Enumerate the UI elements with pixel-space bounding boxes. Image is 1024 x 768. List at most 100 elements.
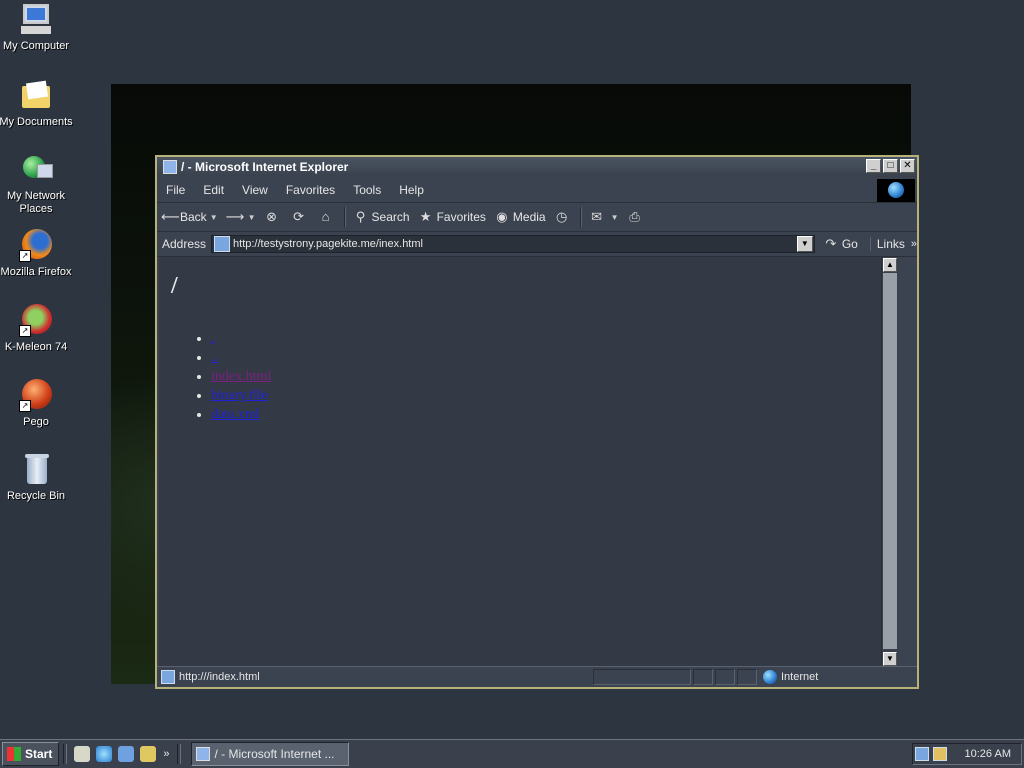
- start-button[interactable]: Start: [2, 742, 60, 766]
- taskbar-button-ie[interactable]: / - Microsoft Internet ...: [191, 742, 350, 766]
- search-label: Search: [371, 210, 410, 224]
- shortcut-arrow-icon: ↗: [19, 400, 31, 412]
- menu-help[interactable]: Help: [390, 183, 433, 197]
- go-arrow-icon: ↷: [825, 236, 837, 251]
- desktop-icon-k-meleon[interactable]: ↗ K-Meleon 74: [0, 303, 74, 354]
- refresh-icon: ⟳: [293, 209, 304, 224]
- maximize-button[interactable]: □: [883, 159, 898, 173]
- refresh-button[interactable]: ⟳: [287, 205, 314, 229]
- ie-page-icon: [161, 670, 175, 684]
- close-button[interactable]: ✕: [900, 159, 915, 173]
- start-label: Start: [25, 747, 53, 761]
- menu-bar: File Edit View Favorites Tools Help: [157, 178, 917, 203]
- mail-icon: ✉: [591, 209, 603, 224]
- stop-icon: ⊗: [266, 209, 277, 224]
- ie-quicklaunch-icon[interactable]: [96, 746, 113, 762]
- globe-icon: [888, 182, 904, 198]
- scroll-down-button[interactable]: ▼: [883, 652, 897, 666]
- go-button[interactable]: ↷ Go: [815, 236, 866, 252]
- desktop-icon-recycle-bin[interactable]: Recycle Bin: [0, 452, 74, 503]
- system-tray: 10:26 AM: [912, 743, 1022, 765]
- pego-icon: ↗: [19, 378, 53, 412]
- globe-icon: [763, 670, 777, 684]
- favorites-button[interactable]: ★ Favorites: [414, 205, 490, 229]
- address-label: Address: [162, 237, 207, 251]
- menu-edit[interactable]: Edit: [194, 183, 233, 197]
- forward-dropdown-icon[interactable]: ▼: [248, 213, 256, 222]
- menu-file[interactable]: File: [157, 183, 194, 197]
- favorites-label: Favorites: [436, 210, 486, 224]
- history-button[interactable]: ◷: [550, 205, 577, 229]
- mail-dropdown-icon[interactable]: ▼: [611, 213, 619, 222]
- favorites-icon: ★: [419, 209, 432, 224]
- address-input[interactable]: [233, 238, 797, 250]
- k-meleon-icon: ↗: [19, 303, 53, 337]
- toolbar: ⟵ Back ▼ ⟶ ▼ ⊗ ⟳ ⌂ ⚲ Search ★ Favorites …: [157, 203, 917, 232]
- ie-throbber-logo: [877, 179, 915, 202]
- link-index-html[interactable]: index.html: [211, 369, 271, 384]
- scroll-thumb[interactable]: [883, 273, 897, 649]
- forward-arrow-icon: ⟶: [225, 209, 245, 224]
- mail-button[interactable]: ✉ ▼: [585, 205, 623, 229]
- desktop-icon-my-documents[interactable]: My Documents: [0, 78, 74, 129]
- home-button[interactable]: ⌂: [314, 205, 341, 229]
- windows-flag-icon: [7, 747, 21, 761]
- desktop-icon-label: Pego: [23, 416, 49, 428]
- shortcut-arrow-icon: ↗: [19, 325, 31, 337]
- vertical-scrollbar[interactable]: ▲ ▼: [881, 257, 899, 667]
- link-parent-dir[interactable]: ..: [211, 350, 218, 365]
- status-panel: [593, 669, 691, 685]
- back-label: Back: [180, 210, 207, 224]
- media-label: Media: [512, 210, 546, 224]
- taskbar-button-label: / - Microsoft Internet ...: [214, 747, 335, 761]
- desktop-icon-mozilla-firefox[interactable]: ↗ Mozilla Firefox: [0, 228, 74, 279]
- show-desktop-icon[interactable]: [74, 746, 91, 762]
- menu-tools[interactable]: Tools: [344, 183, 390, 197]
- network-tray-icon[interactable]: [914, 747, 929, 761]
- scroll-up-button[interactable]: ▲: [883, 258, 897, 272]
- print-button[interactable]: ⎙: [623, 205, 650, 229]
- page-content: / . .. index.html binary.file data.xml ▲…: [159, 257, 899, 667]
- menu-favorites[interactable]: Favorites: [277, 183, 344, 197]
- link-binary-file[interactable]: binary.file: [211, 388, 268, 403]
- chevron-right-icon[interactable]: »: [911, 238, 917, 250]
- back-button[interactable]: ⟵ Back ▼: [157, 205, 222, 229]
- desktop-icon-pego[interactable]: ↗ Pego: [0, 378, 74, 429]
- security-tray-icon[interactable]: [932, 747, 947, 761]
- title-bar[interactable]: / - Microsoft Internet Explorer _ □ ✕: [157, 157, 917, 177]
- home-icon: ⌂: [321, 209, 330, 224]
- menu-view[interactable]: View: [233, 183, 277, 197]
- address-dropdown-button[interactable]: ▼: [796, 236, 813, 252]
- desktop-icon-label: My Computer: [2, 40, 70, 52]
- security-zone: Internet: [759, 669, 899, 685]
- search-button[interactable]: ⚲ Search: [349, 205, 414, 229]
- link-current-dir[interactable]: .: [211, 331, 215, 346]
- firefox-icon: ↗: [19, 228, 53, 262]
- back-arrow-icon: ⟵: [161, 209, 180, 224]
- status-text: http:///index.html: [179, 671, 260, 683]
- minimize-button[interactable]: _: [866, 159, 881, 173]
- clock[interactable]: 10:26 AM: [965, 748, 1011, 760]
- quicklaunch-separator: [63, 744, 68, 764]
- links-toolbar[interactable]: Links: [869, 237, 905, 251]
- window-title: / - Microsoft Internet Explorer: [181, 160, 349, 174]
- search-icon: ⚲: [355, 209, 366, 224]
- forward-button[interactable]: ⟶ ▼: [222, 205, 260, 229]
- desktop-icon-my-computer[interactable]: My Computer: [0, 2, 74, 53]
- media-button[interactable]: ◉ Media: [490, 205, 550, 229]
- desktop-icon-my-network-places[interactable]: My Network Places: [0, 152, 74, 216]
- outlook-express-icon[interactable]: [118, 746, 135, 762]
- explorer-search-icon[interactable]: [140, 746, 157, 762]
- list-item: binary.file: [211, 386, 271, 405]
- stop-button[interactable]: ⊗: [260, 205, 287, 229]
- back-dropdown-icon[interactable]: ▼: [210, 213, 218, 222]
- chevron-right-icon[interactable]: »: [163, 748, 169, 760]
- address-box[interactable]: ▼: [211, 235, 815, 253]
- list-item: ..: [211, 348, 271, 367]
- quicklaunch-separator: [177, 744, 182, 764]
- list-item: index.html: [211, 367, 271, 386]
- shortcut-arrow-icon: ↗: [19, 250, 31, 262]
- link-data-xml[interactable]: data.xml: [211, 407, 260, 422]
- zone-label: Internet: [781, 671, 819, 683]
- status-panel: [693, 669, 713, 685]
